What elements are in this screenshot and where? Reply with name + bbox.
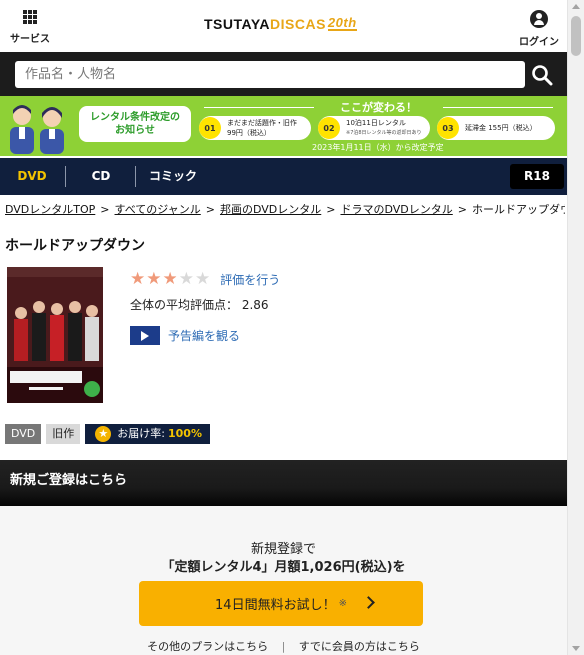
page: サービス TSUTAYA DISCAS 20th ログイン 作品名・人物名 レン… bbox=[0, 0, 567, 655]
vertical-scrollbar[interactable] bbox=[567, 0, 584, 655]
login-button[interactable]: ログイン bbox=[519, 10, 559, 48]
free-trial-button[interactable]: 14日間無料お試し！ ※ bbox=[139, 581, 423, 626]
registration-section: 新規登録で 「定額レンタル4」月額1,026円(税込)を 14日間無料お試し！ … bbox=[0, 506, 567, 655]
star-icon: ★ bbox=[178, 269, 194, 289]
breadcrumb-link-dvd-top[interactable]: DVDレンタルTOP bbox=[5, 203, 95, 216]
change-item: 01 まだまだ話題作・旧作 99円（税込） bbox=[199, 116, 311, 140]
services-label: サービス bbox=[10, 34, 50, 45]
announcement-line2: お知らせ bbox=[115, 125, 155, 136]
site-logo[interactable]: TSUTAYA DISCAS 20th bbox=[204, 16, 357, 32]
search-input[interactable] bbox=[15, 61, 525, 88]
change-item-text: 延滞金 155円（税込） bbox=[465, 123, 537, 133]
change-item: 02 10泊11日レンタル ※7泊8日レンタル等の返却日あり bbox=[318, 116, 430, 140]
delivery-rate-label: お届け率: bbox=[117, 427, 165, 440]
change-item-main: 10泊11日レンタル bbox=[346, 119, 406, 127]
other-plans-link[interactable]: その他のプランはこちら bbox=[147, 640, 268, 653]
staff-illustration bbox=[10, 105, 64, 154]
scroll-up-arrow-icon[interactable] bbox=[572, 4, 580, 9]
average-rating-label: 全体の平均評価点： bbox=[130, 298, 239, 312]
site-header: サービス TSUTAYA DISCAS 20th ログイン bbox=[0, 0, 567, 52]
page-title: ホールドアップダウン bbox=[5, 238, 145, 254]
change-item: 03 延滞金 155円（税込） bbox=[437, 116, 555, 140]
breadcrumb-separator: > bbox=[205, 203, 215, 216]
dvd-cover-image[interactable] bbox=[7, 267, 103, 403]
user-icon bbox=[530, 10, 548, 28]
logo-text-discas: DISCAS bbox=[270, 16, 326, 32]
change-item-sub: 99円（税込） bbox=[227, 129, 271, 137]
breadcrumb-separator: > bbox=[457, 203, 467, 216]
delivery-rate-badge: ★ お届け率: 100% bbox=[85, 424, 210, 444]
registration-header: 新規ご登録はこちら bbox=[0, 460, 567, 506]
logo-20th-badge: 20th bbox=[327, 15, 357, 31]
play-icon bbox=[130, 326, 160, 345]
change-item-number: 03 bbox=[437, 117, 459, 139]
breadcrumb-current: ホールドアップダウン bbox=[471, 203, 565, 216]
search-bar bbox=[0, 52, 567, 96]
scroll-down-arrow-icon[interactable] bbox=[572, 646, 580, 651]
grid-menu-icon bbox=[23, 10, 37, 24]
logo-text-tsutaya: TSUTAYA bbox=[204, 16, 271, 32]
breadcrumb-separator: > bbox=[100, 203, 110, 216]
scrollbar-thumb[interactable] bbox=[571, 16, 581, 56]
free-trial-note: ※ bbox=[338, 598, 347, 609]
star-icon: ★ bbox=[162, 269, 178, 289]
breadcrumb-link-drama[interactable]: ドラマのDVDレンタル bbox=[340, 203, 452, 216]
login-label: ログイン bbox=[519, 37, 559, 48]
r18-button[interactable]: R18 bbox=[510, 164, 564, 189]
announcement-line1: レンタル条件改定の bbox=[90, 112, 180, 123]
breadcrumb-link-all-genres[interactable]: すべてのジャンル bbox=[115, 203, 201, 216]
nav-tab-dvd[interactable]: DVD bbox=[0, 158, 64, 195]
star-icon: ★ bbox=[195, 269, 211, 289]
delivery-rate-value: 100% bbox=[168, 427, 202, 440]
change-item-text: 10泊11日レンタル ※7泊8日レンタル等の返却日あり bbox=[346, 118, 422, 138]
nav-tab-comic[interactable]: コミック bbox=[137, 158, 209, 195]
trailer-link[interactable]: 予告編を観る bbox=[130, 326, 240, 345]
rating-stars: ★ ★ ★ ★ ★ bbox=[130, 271, 211, 288]
rental-change-banner[interactable]: レンタル条件改定の お知らせ ここが変わる！ 01 まだまだ話題作・旧作 99円… bbox=[0, 96, 567, 156]
announcement-box: レンタル条件改定の お知らせ bbox=[79, 106, 191, 142]
free-trial-label: 14日間無料お試し！ bbox=[215, 598, 336, 613]
existing-member-link[interactable]: すでに会員の方はこちら bbox=[299, 640, 420, 653]
average-rating: 全体の平均評価点： 2.86 bbox=[130, 296, 269, 313]
change-item-main: 延滞金 155円（税込） bbox=[465, 124, 537, 132]
rating-row: ★ ★ ★ ★ ★ 評価を行う bbox=[130, 271, 280, 288]
link-divider: | bbox=[281, 640, 286, 653]
registration-links: その他のプランはこちら | すでに会員の方はこちら bbox=[0, 638, 567, 654]
average-rating-value: 2.86 bbox=[241, 298, 269, 312]
registration-line2: 「定額レンタル4」月額1,026円(税込)を bbox=[161, 560, 406, 575]
star-medal-icon: ★ bbox=[95, 426, 112, 442]
change-item-number: 01 bbox=[199, 117, 221, 139]
change-item-main: まだまだ話題作・旧作 bbox=[227, 119, 297, 127]
rate-link[interactable]: 評価を行う bbox=[220, 271, 280, 288]
registration-line1: 新規登録で bbox=[250, 542, 316, 557]
change-item-number: 02 bbox=[318, 117, 340, 139]
services-button[interactable]: サービス bbox=[10, 10, 50, 45]
star-icon: ★ bbox=[130, 269, 146, 289]
format-badge: DVD bbox=[5, 424, 42, 444]
nav-divider bbox=[135, 166, 136, 187]
breadcrumb-separator: > bbox=[326, 203, 336, 216]
changes-title: ここが変わる！ bbox=[200, 99, 557, 115]
product-tags: DVD 旧作 ★ お届け率: 100% bbox=[5, 424, 215, 444]
trailer-label: 予告編を観る bbox=[168, 329, 241, 343]
change-item-sub: ※7泊8日レンタル等の返却日あり bbox=[346, 130, 422, 136]
breadcrumb: DVDレンタルTOP > すべてのジャンル > 邦画のDVDレンタル > ドラマのDVDレン… bbox=[5, 201, 565, 217]
nav-tab-cd[interactable]: CD bbox=[66, 158, 136, 195]
chevron-right-icon bbox=[362, 596, 375, 609]
search-icon[interactable] bbox=[531, 64, 553, 86]
change-date-note: 2023年1月11日（水）から改定予定 bbox=[312, 143, 444, 152]
category-badge: 旧作 bbox=[46, 424, 81, 444]
cover-art bbox=[7, 267, 103, 403]
breadcrumb-link-japanese-films[interactable]: 邦画のDVDレンタル bbox=[220, 203, 321, 216]
star-icon: ★ bbox=[146, 269, 162, 289]
change-item-text: まだまだ話題作・旧作 99円（税込） bbox=[227, 118, 297, 138]
category-nav: DVD CD コミック R18 bbox=[0, 158, 567, 195]
